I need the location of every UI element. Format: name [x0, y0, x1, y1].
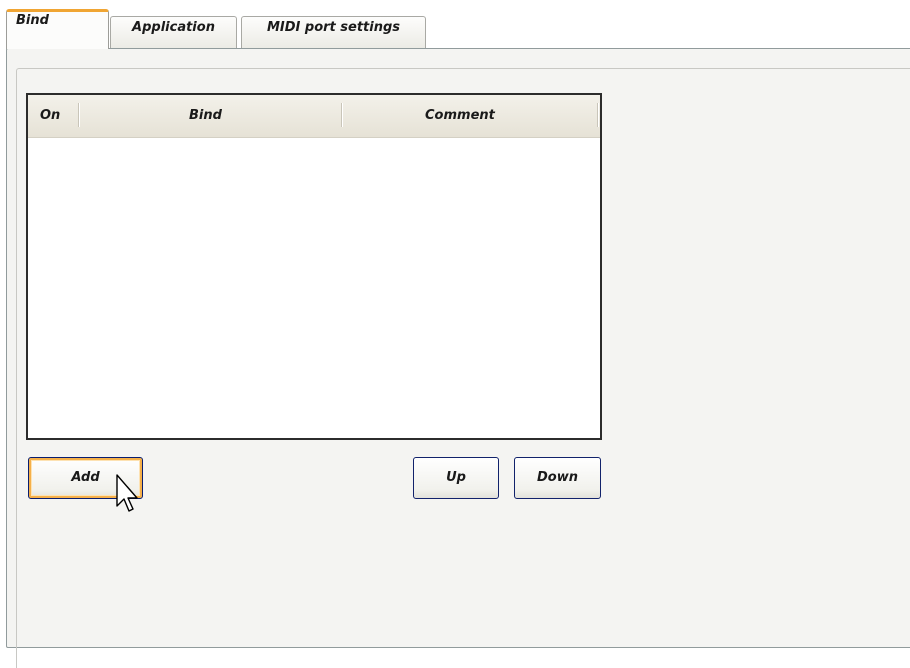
bind-list[interactable]: On Bind Comment — [26, 93, 602, 440]
down-button[interactable]: Down — [514, 457, 601, 499]
up-button[interactable]: Up — [413, 457, 499, 499]
up-button-label: Up — [446, 470, 466, 485]
mouse-cursor-icon — [116, 474, 138, 512]
column-separator[interactable] — [341, 103, 343, 127]
column-separator[interactable] — [597, 103, 599, 127]
tab-bind-label: Bind — [16, 13, 49, 28]
tab-bind[interactable]: Bind — [6, 9, 109, 49]
tab-application[interactable]: Application — [110, 16, 237, 48]
column-separator[interactable] — [78, 103, 80, 127]
column-header-on[interactable]: On — [40, 95, 60, 137]
add-button-label: Add — [71, 470, 100, 485]
column-header-comment[interactable]: Comment — [425, 95, 495, 137]
list-header: On Bind Comment — [28, 95, 600, 138]
column-header-bind[interactable]: Bind — [189, 95, 222, 137]
tab-midi-port-settings-label: MIDI port settings — [266, 20, 401, 35]
tab-midi-port-settings[interactable]: MIDI port settings — [241, 16, 426, 48]
tab-application-label: Application — [132, 20, 215, 35]
down-button-label: Down — [537, 470, 578, 485]
